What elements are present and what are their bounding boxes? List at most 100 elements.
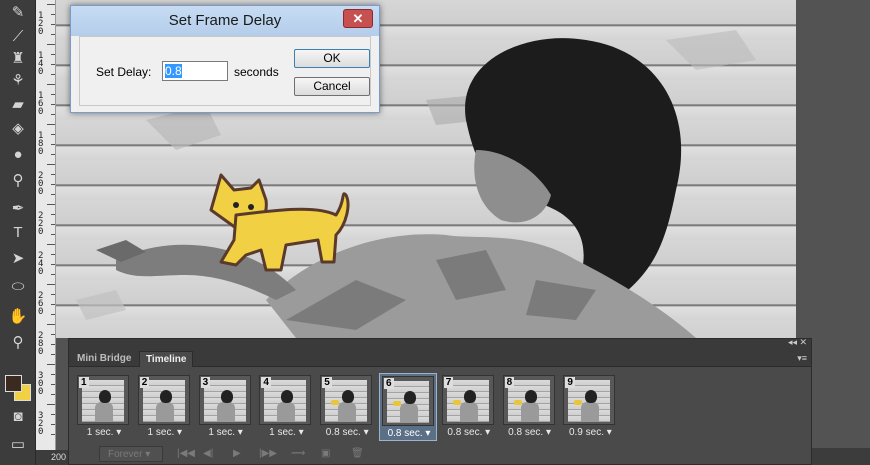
frame-3[interactable]: 3 1 sec. ▾ [197,373,255,441]
zoom-level[interactable]: 200 [36,450,68,465]
first-frame-icon[interactable]: |◀◀ [177,446,195,462]
tab-mini-bridge[interactable]: Mini Bridge [71,351,137,367]
frame-delay-select[interactable]: 0.8 sec. ▾ [318,426,376,440]
ruler-tick [47,84,55,85]
ruler-label: 2 2 0 [38,211,44,237]
thumbnail-head [585,390,598,403]
history-brush-icon[interactable]: ⚘ [6,70,30,92]
screen-mode-icon[interactable]: ▭ [6,434,30,456]
ruler-tick [51,24,55,25]
play-icon[interactable]: ▶ [233,446,241,462]
frame-delay: 0.8 sec. [325,427,361,438]
ruler-tick [51,424,55,425]
tools-panel: ✎ ⟋ ♜ ⚘ ▰ ◈ ● ⚲ ✒ T ➤ ⬭ ✋ ⚲ ◙ ▭ [0,0,36,465]
frame-delay-select[interactable]: 0.8 sec. ▾ [440,426,498,440]
frame-thumbnail[interactable]: 7 [441,375,494,425]
ruler-tick [51,34,55,35]
ok-button[interactable]: OK [294,49,370,68]
collapse-panel-icon[interactable]: ◂◂ [788,337,797,348]
cancel-button[interactable]: Cancel [294,77,370,96]
tab-timeline[interactable]: Timeline [139,351,194,367]
ruler-tick [51,334,55,335]
frame-delay-select[interactable]: 0.8 sec. ▾ [501,426,559,440]
ruler-label: 1 4 0 [38,51,44,77]
delete-icon[interactable]: 🗑 [351,446,364,462]
frame-delay: 1 sec. [208,427,236,438]
frame-8[interactable]: 8 0.8 sec. ▾ [501,373,559,441]
frame-thumbnail[interactable]: 5 [320,375,373,425]
hand-icon[interactable]: ✋ [6,306,30,328]
ruler-tick [51,314,55,315]
ruler-tick [47,204,55,205]
quick-mask-icon[interactable]: ◙ [6,406,30,428]
frame-number: 4 [261,377,271,388]
ruler-tick [51,114,55,115]
ruler-tick [51,394,55,395]
next-frame-icon[interactable]: |▶▶ [259,446,277,462]
ruler-tick [51,74,55,75]
ruler-tick [51,294,55,295]
brush-icon[interactable]: ⟋ [6,26,30,48]
panel-menu-icon[interactable]: ▾≡ [797,353,807,364]
zoom-icon[interactable]: ⚲ [6,332,30,354]
frame-delay: 1 sec. [147,427,175,438]
frame-thumbnail[interactable]: 3 [198,375,251,425]
dialog-body: Set Delay: 0.8 seconds OK Cancel [79,36,371,106]
frame-delay-select[interactable]: 1 sec. ▾ [75,426,133,440]
paint-bucket-icon[interactable]: ◈ [6,118,30,140]
frame-5[interactable]: 5 0.8 sec. ▾ [318,373,376,441]
dodge-icon[interactable]: ⚲ [6,170,30,192]
frame-delay-select[interactable]: 0.9 sec. ▾ [561,426,619,440]
thumbnail-head [99,390,111,403]
set-delay-label: Set Delay: [96,65,152,79]
frame-delay-select[interactable]: 1 sec. ▾ [197,426,255,440]
frame-delay-select[interactable]: 1 sec. ▾ [257,426,315,440]
close-icon[interactable]: ✕ [343,9,373,28]
frame-1[interactable]: 1 1 sec. ▾ [75,373,133,441]
mixer-brush-icon[interactable]: ✎ [6,2,30,24]
frame-thumbnail[interactable]: 1 [77,375,129,425]
pen-icon[interactable]: ✒ [6,198,30,220]
clone-stamp-icon[interactable]: ♜ [6,48,30,70]
new-frame-icon[interactable]: ▣ [321,446,330,462]
ruler-label: 1 2 0 [38,11,44,37]
ruler-tick [51,214,55,215]
set-frame-delay-dialog: Set Frame Delay ✕ Set Delay: 0.8 seconds… [70,5,380,113]
frame-delay-select[interactable]: 0.8 sec. ▾ [380,427,438,441]
frame-7[interactable]: 7 0.8 sec. ▾ [440,373,498,441]
ruler-tick [47,124,55,125]
type-icon[interactable]: T [6,222,30,244]
ruler-tick [51,304,55,305]
previous-frame-icon[interactable]: ◀| [203,446,213,462]
frame-delay-select[interactable]: 1 sec. ▾ [136,426,194,440]
close-panel-icon[interactable]: ✕ [799,337,807,348]
frame-9[interactable]: 9 0.9 sec. ▾ [561,373,619,441]
ruler-tick [51,234,55,235]
ruler-tick [51,374,55,375]
frame-thumbnail[interactable]: 9 [563,375,616,425]
frame-thumbnail[interactable]: 2 [137,375,190,425]
ruler-tick [51,54,55,55]
frame-thumbnail[interactable]: 8 [502,375,555,425]
blur-icon[interactable]: ● [6,144,30,166]
thumbnail-figure [400,403,418,423]
loop-select[interactable]: Forever ▾ [99,446,163,462]
tween-icon[interactable]: ⟿ [291,446,305,462]
path-selection-icon[interactable]: ➤ [6,248,30,270]
eraser-icon[interactable]: ▰ [6,94,30,116]
pasteboard [796,0,870,338]
frame-6[interactable]: 6 0.8 sec. ▾ [379,373,437,441]
foreground-color-swatch[interactable] [5,375,22,392]
ruler-tick [47,164,55,165]
frame-thumbnail[interactable]: 6 [382,376,434,426]
frame-number: 9 [565,377,575,388]
frame-thumbnail[interactable]: 4 [259,375,312,425]
ruler-tick [51,64,55,65]
ruler-tick [47,244,55,245]
ellipse-icon[interactable]: ⬭ [6,276,30,298]
frame-4[interactable]: 4 1 sec. ▾ [257,373,315,441]
thumbnail-head [220,390,233,403]
delay-input[interactable]: 0.8 [162,61,228,81]
ruler-tick [51,414,55,415]
frame-2[interactable]: 2 1 sec. ▾ [136,373,194,441]
